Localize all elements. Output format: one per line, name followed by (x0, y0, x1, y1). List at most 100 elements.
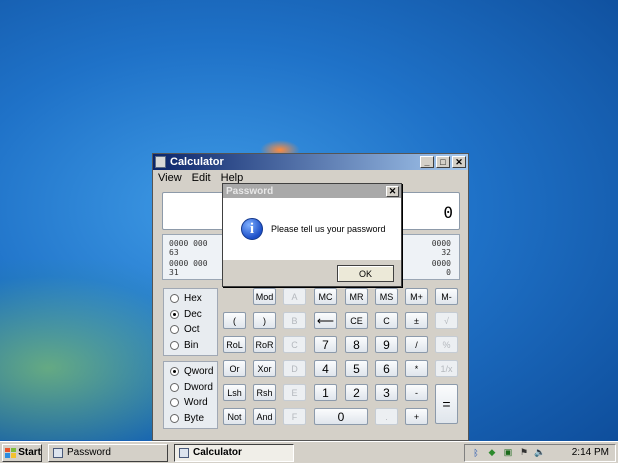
key-m-plus[interactable]: M+ (405, 288, 428, 305)
key-percent[interactable]: % (435, 336, 458, 353)
key-f[interactable]: F (283, 408, 306, 425)
key-not[interactable]: Not (223, 408, 246, 425)
key-mod[interactable]: Mod (253, 288, 276, 305)
key-subtract[interactable]: - (405, 384, 428, 401)
key-0[interactable]: 0 (314, 408, 368, 425)
menu-edit[interactable]: Edit (192, 172, 211, 184)
key-m-minus[interactable]: M- (435, 288, 458, 305)
key-7[interactable]: 7 (314, 336, 337, 353)
key-and[interactable]: And (253, 408, 276, 425)
key-b[interactable]: B (283, 312, 306, 329)
key-5[interactable]: 5 (345, 360, 368, 377)
radio-label: Bin (184, 339, 199, 351)
menu-view[interactable]: View (158, 172, 182, 184)
bits-right-idx1: 32 (441, 248, 451, 257)
menu-help[interactable]: Help (221, 172, 244, 184)
key-multiply[interactable]: * (405, 360, 428, 377)
key-right-paren[interactable]: ) (253, 312, 276, 329)
start-label: Start (18, 447, 41, 458)
key-backspace[interactable]: ⟵ (314, 312, 337, 329)
radio-dot (170, 325, 179, 335)
key-reciprocal[interactable]: 1/x (435, 360, 458, 377)
bits-right-row2: 0000 (431, 259, 451, 268)
radio-byte[interactable]: Byte (170, 411, 217, 427)
radio-label: Dword (184, 381, 213, 393)
key-8[interactable]: 8 (345, 336, 368, 353)
radio-label: Oct (184, 324, 200, 336)
radio-dot (170, 413, 179, 423)
key-add[interactable]: + (405, 408, 428, 425)
calculator-icon (155, 156, 166, 168)
radio-dword[interactable]: Dword (170, 380, 217, 396)
close-button[interactable]: ✕ (452, 156, 466, 168)
key-3[interactable]: 3 (375, 384, 398, 401)
taskbar: Start Password Calculator ᛒ ◆ ▣ ⚑ 🔈 2:14… (0, 441, 618, 463)
key-1[interactable]: 1 (314, 384, 337, 401)
radio-label: Byte (184, 412, 205, 424)
radio-word[interactable]: Word (170, 395, 217, 411)
key-mc[interactable]: MC (314, 288, 337, 305)
security-icon[interactable]: ◆ (487, 447, 497, 458)
dialog-body: i Please tell us your password (223, 198, 401, 260)
key-e[interactable]: E (283, 384, 306, 401)
network-icon[interactable]: ▣ (503, 447, 513, 458)
radio-dot (170, 398, 179, 408)
calculator-titlebar[interactable]: Calculator _ □ ✕ (153, 154, 468, 170)
system-tray: ᛒ ◆ ▣ ⚑ 🔈 2:14 PM (464, 443, 616, 462)
bits-left-idx1: 63 (169, 248, 179, 257)
key-hex-c[interactable]: C (283, 336, 306, 353)
dialog-close-button[interactable]: ✕ (386, 185, 399, 197)
key-xor[interactable]: Xor (253, 360, 276, 377)
key-divide[interactable]: / (405, 336, 428, 353)
bits-right-row1: 0000 (431, 239, 451, 248)
key-or[interactable]: Or (223, 360, 246, 377)
volume-icon[interactable]: 🔈 (534, 447, 545, 458)
bits-right-idx2: 0 (446, 268, 451, 277)
word-radio-group: Qword Dword Word Byte (163, 361, 218, 429)
maximize-button[interactable]: □ (436, 156, 450, 168)
taskbar-button-calculator[interactable]: Calculator (174, 443, 294, 462)
key-4[interactable]: 4 (314, 360, 337, 377)
radio-hex[interactable]: Hex (170, 291, 217, 307)
key-d[interactable]: D (283, 360, 306, 377)
taskbar-button-password[interactable]: Password (48, 443, 168, 462)
clock[interactable]: 2:14 PM (572, 447, 615, 458)
key-lsh[interactable]: Lsh (223, 384, 246, 401)
key-ce[interactable]: CE (345, 312, 368, 329)
key-rsh[interactable]: Rsh (253, 384, 276, 401)
radio-dot (170, 367, 179, 377)
display-value: 0 (443, 203, 453, 222)
password-dialog: Password ✕ i Please tell us your passwor… (222, 183, 402, 287)
dialog-message: Please tell us your password (271, 224, 386, 234)
bits-left-idx2: 31 (169, 268, 179, 277)
dialog-title: Password (226, 185, 274, 197)
key-ror[interactable]: RoR (253, 336, 276, 353)
radio-qword[interactable]: Qword (170, 364, 217, 380)
minimize-button[interactable]: _ (420, 156, 434, 168)
key-9[interactable]: 9 (375, 336, 398, 353)
bluetooth-icon[interactable]: ᛒ (471, 448, 481, 458)
key-6[interactable]: 6 (375, 360, 398, 377)
key-clear[interactable]: C (375, 312, 398, 329)
key-a[interactable]: A (283, 288, 306, 305)
flag-icon[interactable]: ⚑ (519, 447, 529, 458)
start-button[interactable]: Start (2, 443, 42, 462)
key-ms[interactable]: MS (375, 288, 398, 305)
key-left-paren[interactable]: ( (223, 312, 246, 329)
radio-label: Dec (184, 308, 202, 320)
bits-left-row2: 0000 000 (169, 259, 208, 268)
radio-dot (170, 382, 179, 392)
key-equals[interactable]: = (435, 384, 458, 424)
radio-dec[interactable]: Dec (170, 307, 217, 323)
key-sqrt[interactable]: √ (435, 312, 458, 329)
windows-logo-icon (5, 447, 17, 458)
radio-oct[interactable]: Oct (170, 322, 217, 338)
dialog-titlebar[interactable]: Password ✕ (223, 184, 401, 198)
key-2[interactable]: 2 (345, 384, 368, 401)
key-mr[interactable]: MR (345, 288, 368, 305)
key-plus-minus[interactable]: ± (405, 312, 428, 329)
ok-button[interactable]: OK (337, 265, 394, 282)
key-decimal[interactable]: . (375, 408, 398, 425)
key-rol[interactable]: RoL (223, 336, 246, 353)
radio-bin[interactable]: Bin (170, 338, 217, 354)
